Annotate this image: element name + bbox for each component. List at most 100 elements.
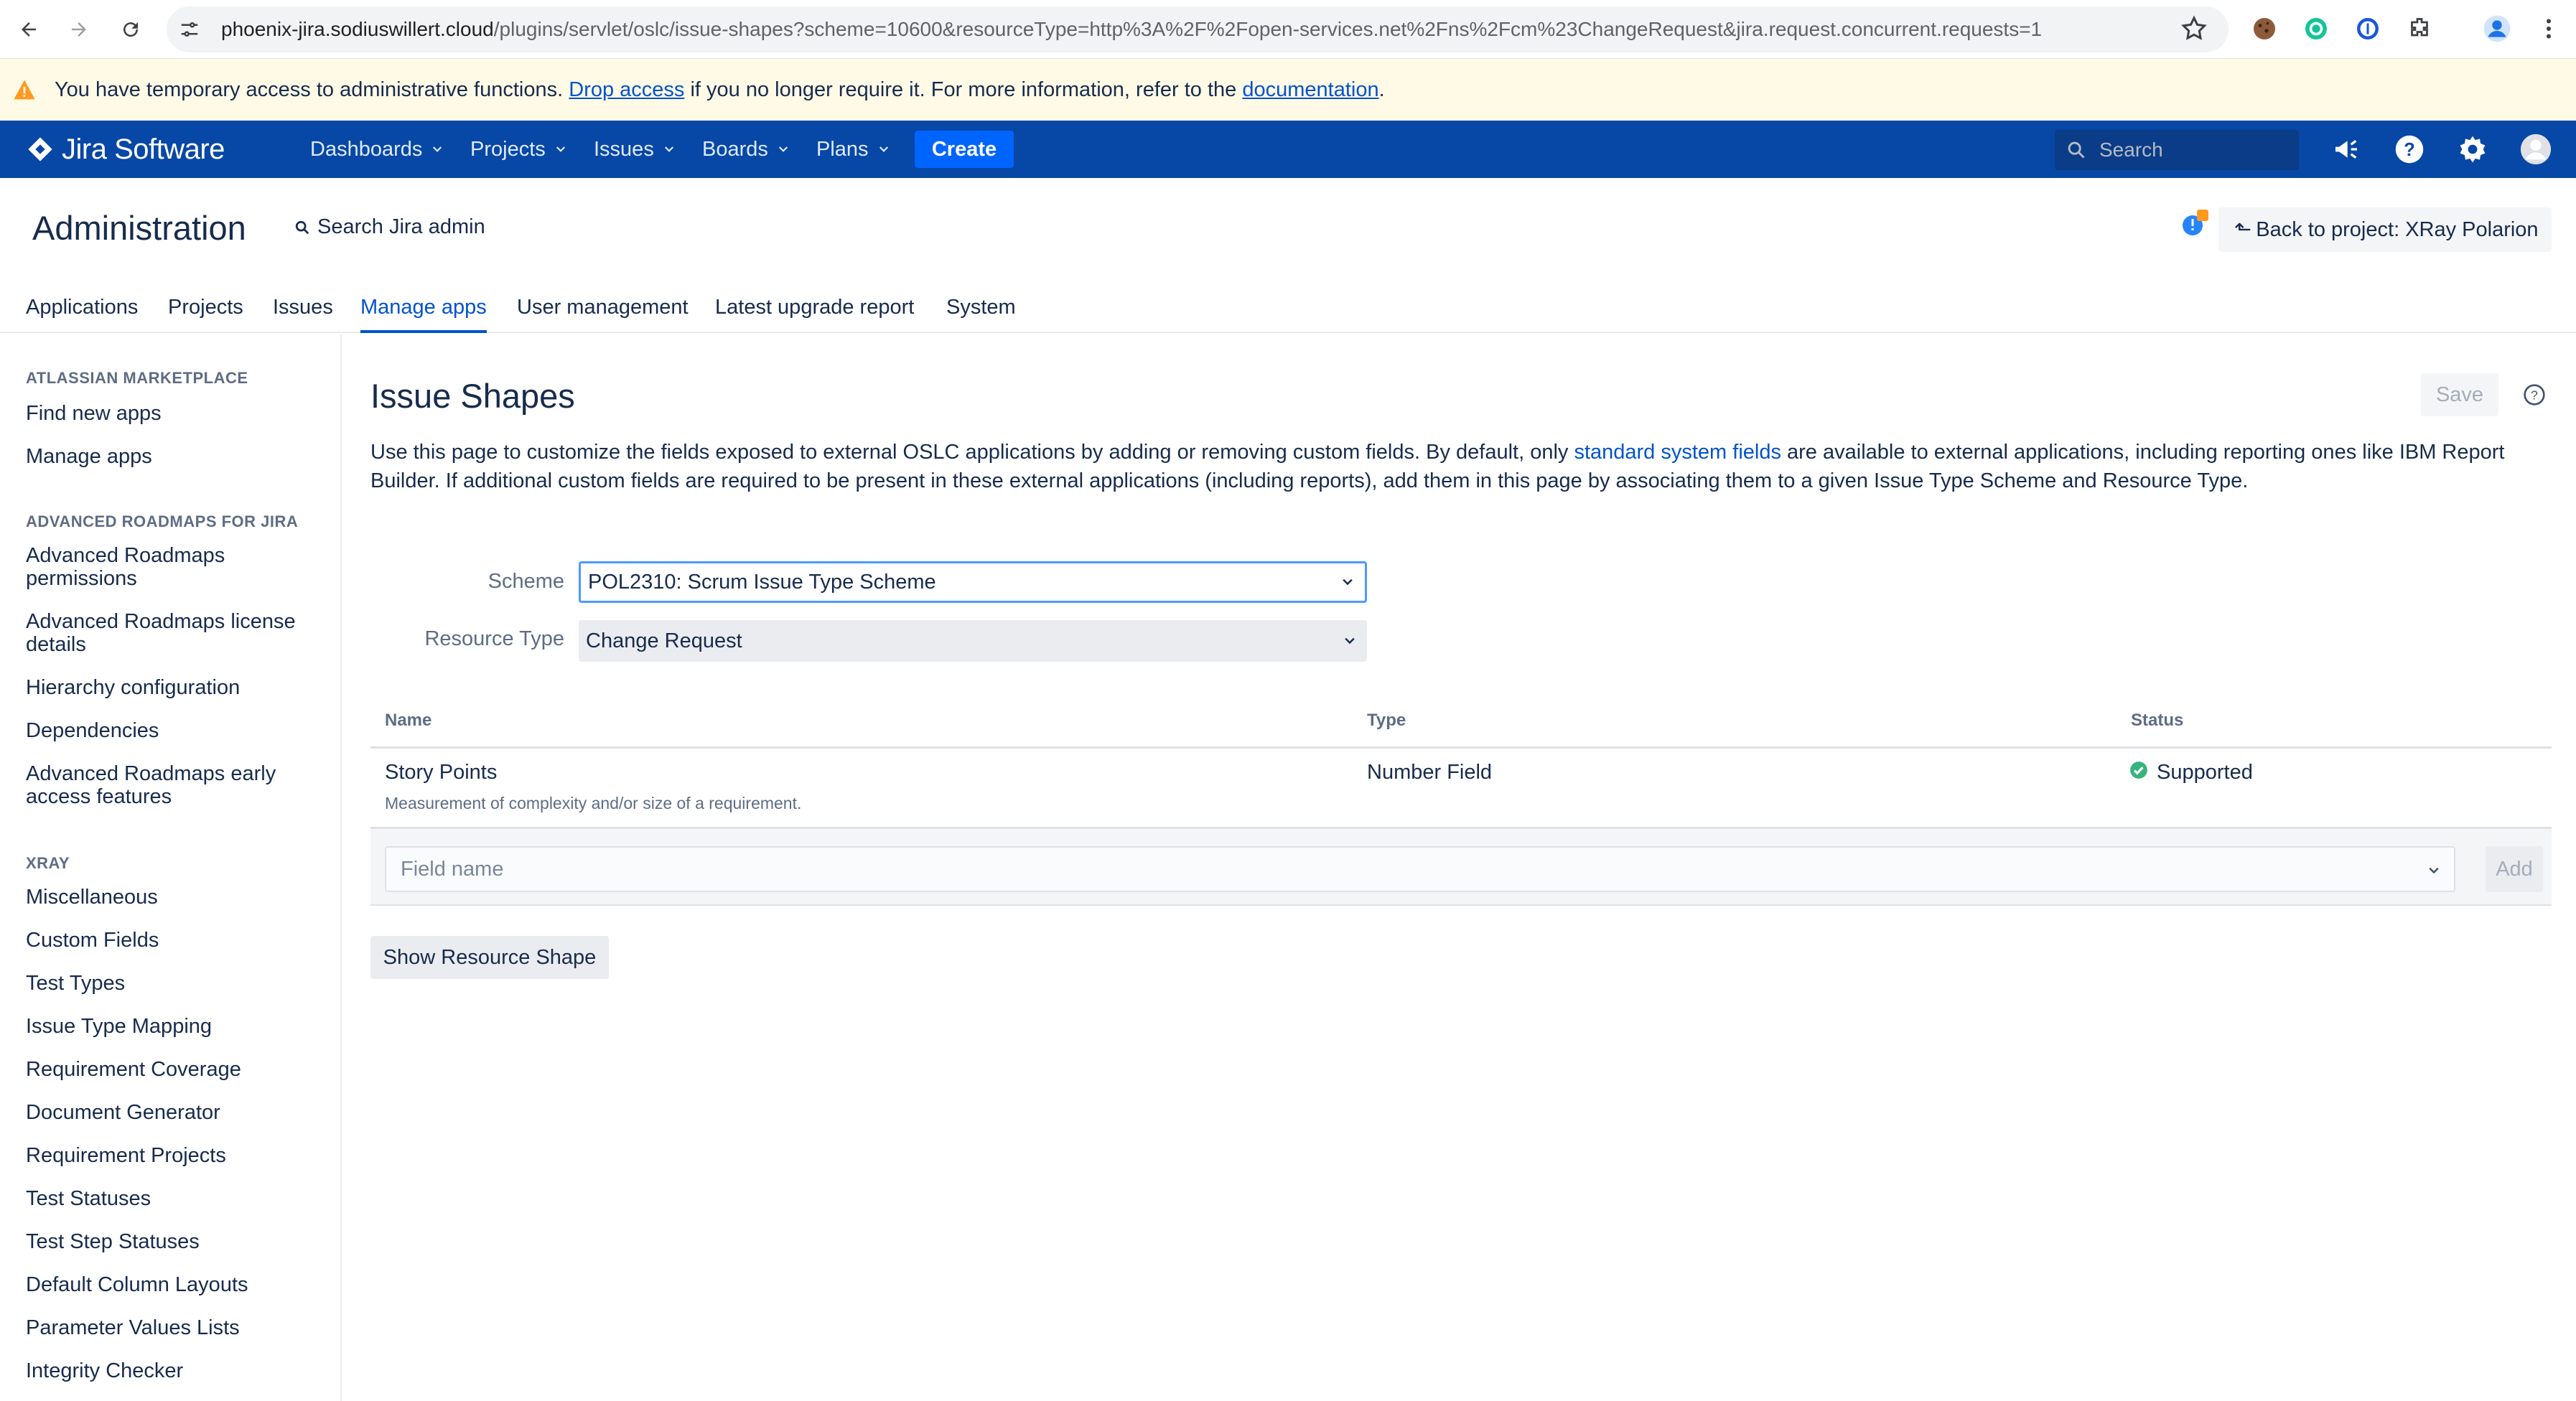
- sidebar-section-marketplace: ATLASSIAN MARKETPLACE: [26, 369, 248, 387]
- sidebar-item-test-types[interactable]: Test Types: [26, 972, 327, 995]
- scheme-select[interactable]: POL2310: Scrum Issue Type Scheme: [579, 561, 1367, 603]
- search-placeholder: Search: [2099, 139, 2163, 161]
- sidebar-item-dependencies[interactable]: Dependencies: [26, 719, 327, 742]
- menu-label: Projects: [470, 138, 546, 161]
- row-field-name: Story Points: [385, 761, 498, 784]
- sidebar-item-roadmaps-early-access[interactable]: Advanced Roadmaps early access features: [26, 762, 327, 808]
- notifications-megaphone-icon[interactable]: [2329, 132, 2363, 167]
- sidebar-item-custom-fields[interactable]: Custom Fields: [26, 929, 327, 952]
- sidebar-item-roadmaps-license[interactable]: Advanced Roadmaps license details: [26, 610, 327, 656]
- page-title: Issue Shapes: [370, 377, 575, 415]
- menu-dashboards[interactable]: Dashboards: [310, 121, 444, 178]
- row-field-status: Supported: [2157, 761, 2253, 784]
- sidebar-item-integrity-checker[interactable]: Integrity Checker: [26, 1359, 327, 1382]
- sidebar-section-advanced-roadmaps: ADVANCED ROADMAPS FOR JIRA: [26, 512, 299, 530]
- tab-latest-upgrade-report[interactable]: Latest upgrade report: [715, 294, 914, 333]
- menu-plans[interactable]: Plans: [816, 121, 890, 178]
- warning-icon: [14, 80, 35, 100]
- help-icon[interactable]: ?: [2392, 132, 2427, 167]
- standard-system-fields-link[interactable]: standard system fields: [1574, 441, 1781, 464]
- sidebar-item-find-new-apps[interactable]: Find new apps: [26, 402, 327, 425]
- user-avatar-icon[interactable]: [2519, 132, 2553, 167]
- chevron-down-icon: [778, 146, 788, 152]
- field-name-placeholder: Field name: [401, 858, 504, 881]
- global-search-input[interactable]: Search: [2055, 130, 2299, 170]
- sidebar-item-requirement-projects[interactable]: Requirement Projects: [26, 1144, 327, 1167]
- sidebar-item-parameter-values-lists[interactable]: Parameter Values Lists: [26, 1316, 327, 1339]
- search-jira-admin[interactable]: Search Jira admin: [294, 215, 485, 239]
- address-bar[interactable]: phoenix-jira.sodiuswillert.cloud/plugins…: [167, 6, 2229, 52]
- resource-type-label: Resource Type: [424, 627, 564, 650]
- tab-applications[interactable]: Applications: [26, 294, 138, 333]
- back-arrow-icon[interactable]: [11, 12, 46, 47]
- banner-text-middle: if you no longer require it. For more in…: [684, 78, 1243, 101]
- search-icon: [2068, 141, 2085, 159]
- menu-label: Boards: [702, 138, 768, 161]
- documentation-link[interactable]: documentation: [1242, 78, 1378, 101]
- resource-type-value: Change Request: [586, 629, 742, 652]
- drop-access-link[interactable]: Drop access: [569, 78, 684, 101]
- page-description: Use this page to customize the fields ex…: [370, 438, 2539, 495]
- add-button[interactable]: Add: [2486, 846, 2543, 892]
- sidebar-item-requirement-coverage[interactable]: Requirement Coverage: [26, 1058, 327, 1081]
- back-to-project-button[interactable]: ⬑ Back to project: XRay Polarion: [2218, 207, 2552, 252]
- back-to-project-label: Back to project: XRay Polarion: [2256, 218, 2539, 241]
- column-header-name: Name: [385, 711, 432, 730]
- chevron-down-icon: [1343, 578, 1353, 586]
- site-settings-icon[interactable]: [177, 17, 202, 42]
- forward-arrow-icon[interactable]: [62, 12, 96, 47]
- jira-logo[interactable]: Jira Software: [26, 133, 225, 165]
- scheme-label: Scheme: [487, 570, 564, 593]
- url-host: phoenix-jira.sodiuswillert.cloud: [221, 18, 494, 40]
- profile-avatar-icon[interactable]: [2483, 14, 2511, 43]
- menu-label: Issues: [594, 138, 654, 161]
- jira-top-nav: Jira Software Dashboards Projects Issues…: [0, 121, 2576, 178]
- admin-sidebar: ATLASSIAN MARKETPLACE Find new apps Mana…: [0, 334, 342, 1401]
- sidebar-item-roadmaps-permissions[interactable]: Advanced Roadmaps permissions: [26, 544, 327, 590]
- sidebar-item-test-statuses[interactable]: Test Statuses: [26, 1187, 327, 1210]
- sidebar-item-hierarchy-configuration[interactable]: Hierarchy configuration: [26, 676, 327, 699]
- sidebar-section-xray: XRAY: [26, 854, 70, 872]
- tab-user-management[interactable]: User management: [517, 294, 689, 333]
- reload-icon[interactable]: [113, 12, 148, 47]
- chevron-down-icon: [1345, 637, 1355, 645]
- tab-system[interactable]: System: [946, 294, 1016, 333]
- create-button[interactable]: Create: [915, 131, 1014, 168]
- browser-menu-icon[interactable]: [2534, 14, 2563, 43]
- menu-boards[interactable]: Boards: [702, 121, 790, 178]
- resource-type-select[interactable]: Change Request: [579, 620, 1367, 662]
- admin-notification-icon[interactable]: [2180, 210, 2208, 238]
- bookmark-star-icon[interactable]: [2180, 14, 2208, 43]
- browser-toolbar: phoenix-jira.sodiuswillert.cloud/plugins…: [0, 0, 2576, 59]
- chevron-down-icon: [2429, 867, 2439, 874]
- table-header-divider: [370, 746, 2552, 749]
- check-circle-icon: [2130, 762, 2147, 779]
- help-circle-icon[interactable]: ?: [2523, 383, 2546, 406]
- sidebar-item-default-column-layouts[interactable]: Default Column Layouts: [26, 1273, 327, 1296]
- tab-issues[interactable]: Issues: [273, 294, 333, 333]
- grammarly-extension-icon[interactable]: [2302, 14, 2330, 43]
- save-button[interactable]: Save: [2421, 373, 2498, 416]
- menu-issues[interactable]: Issues: [594, 121, 676, 178]
- svg-text:?: ?: [2404, 140, 2415, 160]
- sidebar-item-document-generator[interactable]: Document Generator: [26, 1101, 327, 1124]
- column-header-status: Status: [2131, 711, 2184, 730]
- tab-manage-apps[interactable]: Manage apps: [360, 294, 487, 333]
- search-icon: [295, 220, 309, 234]
- extensions-puzzle-icon[interactable]: [2405, 14, 2434, 43]
- menu-projects[interactable]: Projects: [470, 121, 567, 178]
- sidebar-item-test-step-statuses[interactable]: Test Step Statuses: [26, 1230, 327, 1253]
- sidebar-item-issue-type-mapping[interactable]: Issue Type Mapping: [26, 1015, 327, 1038]
- cookie-extension-icon[interactable]: [2250, 14, 2279, 43]
- chevron-down-icon: [664, 146, 673, 152]
- tab-projects[interactable]: Projects: [168, 294, 243, 333]
- sidebar-item-miscellaneous[interactable]: Miscellaneous: [26, 886, 327, 909]
- sidebar-item-manage-apps[interactable]: Manage apps: [26, 445, 327, 468]
- password-manager-extension-icon[interactable]: [2353, 14, 2382, 43]
- admin-tabs: Applications Projects Issues Manage apps…: [0, 287, 2576, 333]
- show-resource-shape-button[interactable]: Show Resource Shape: [370, 936, 609, 979]
- chevron-down-icon: [433, 146, 442, 152]
- settings-gear-icon[interactable]: [2455, 132, 2490, 167]
- field-name-input[interactable]: Field name: [385, 846, 2455, 892]
- add-field-row: Field name Add: [370, 827, 2552, 906]
